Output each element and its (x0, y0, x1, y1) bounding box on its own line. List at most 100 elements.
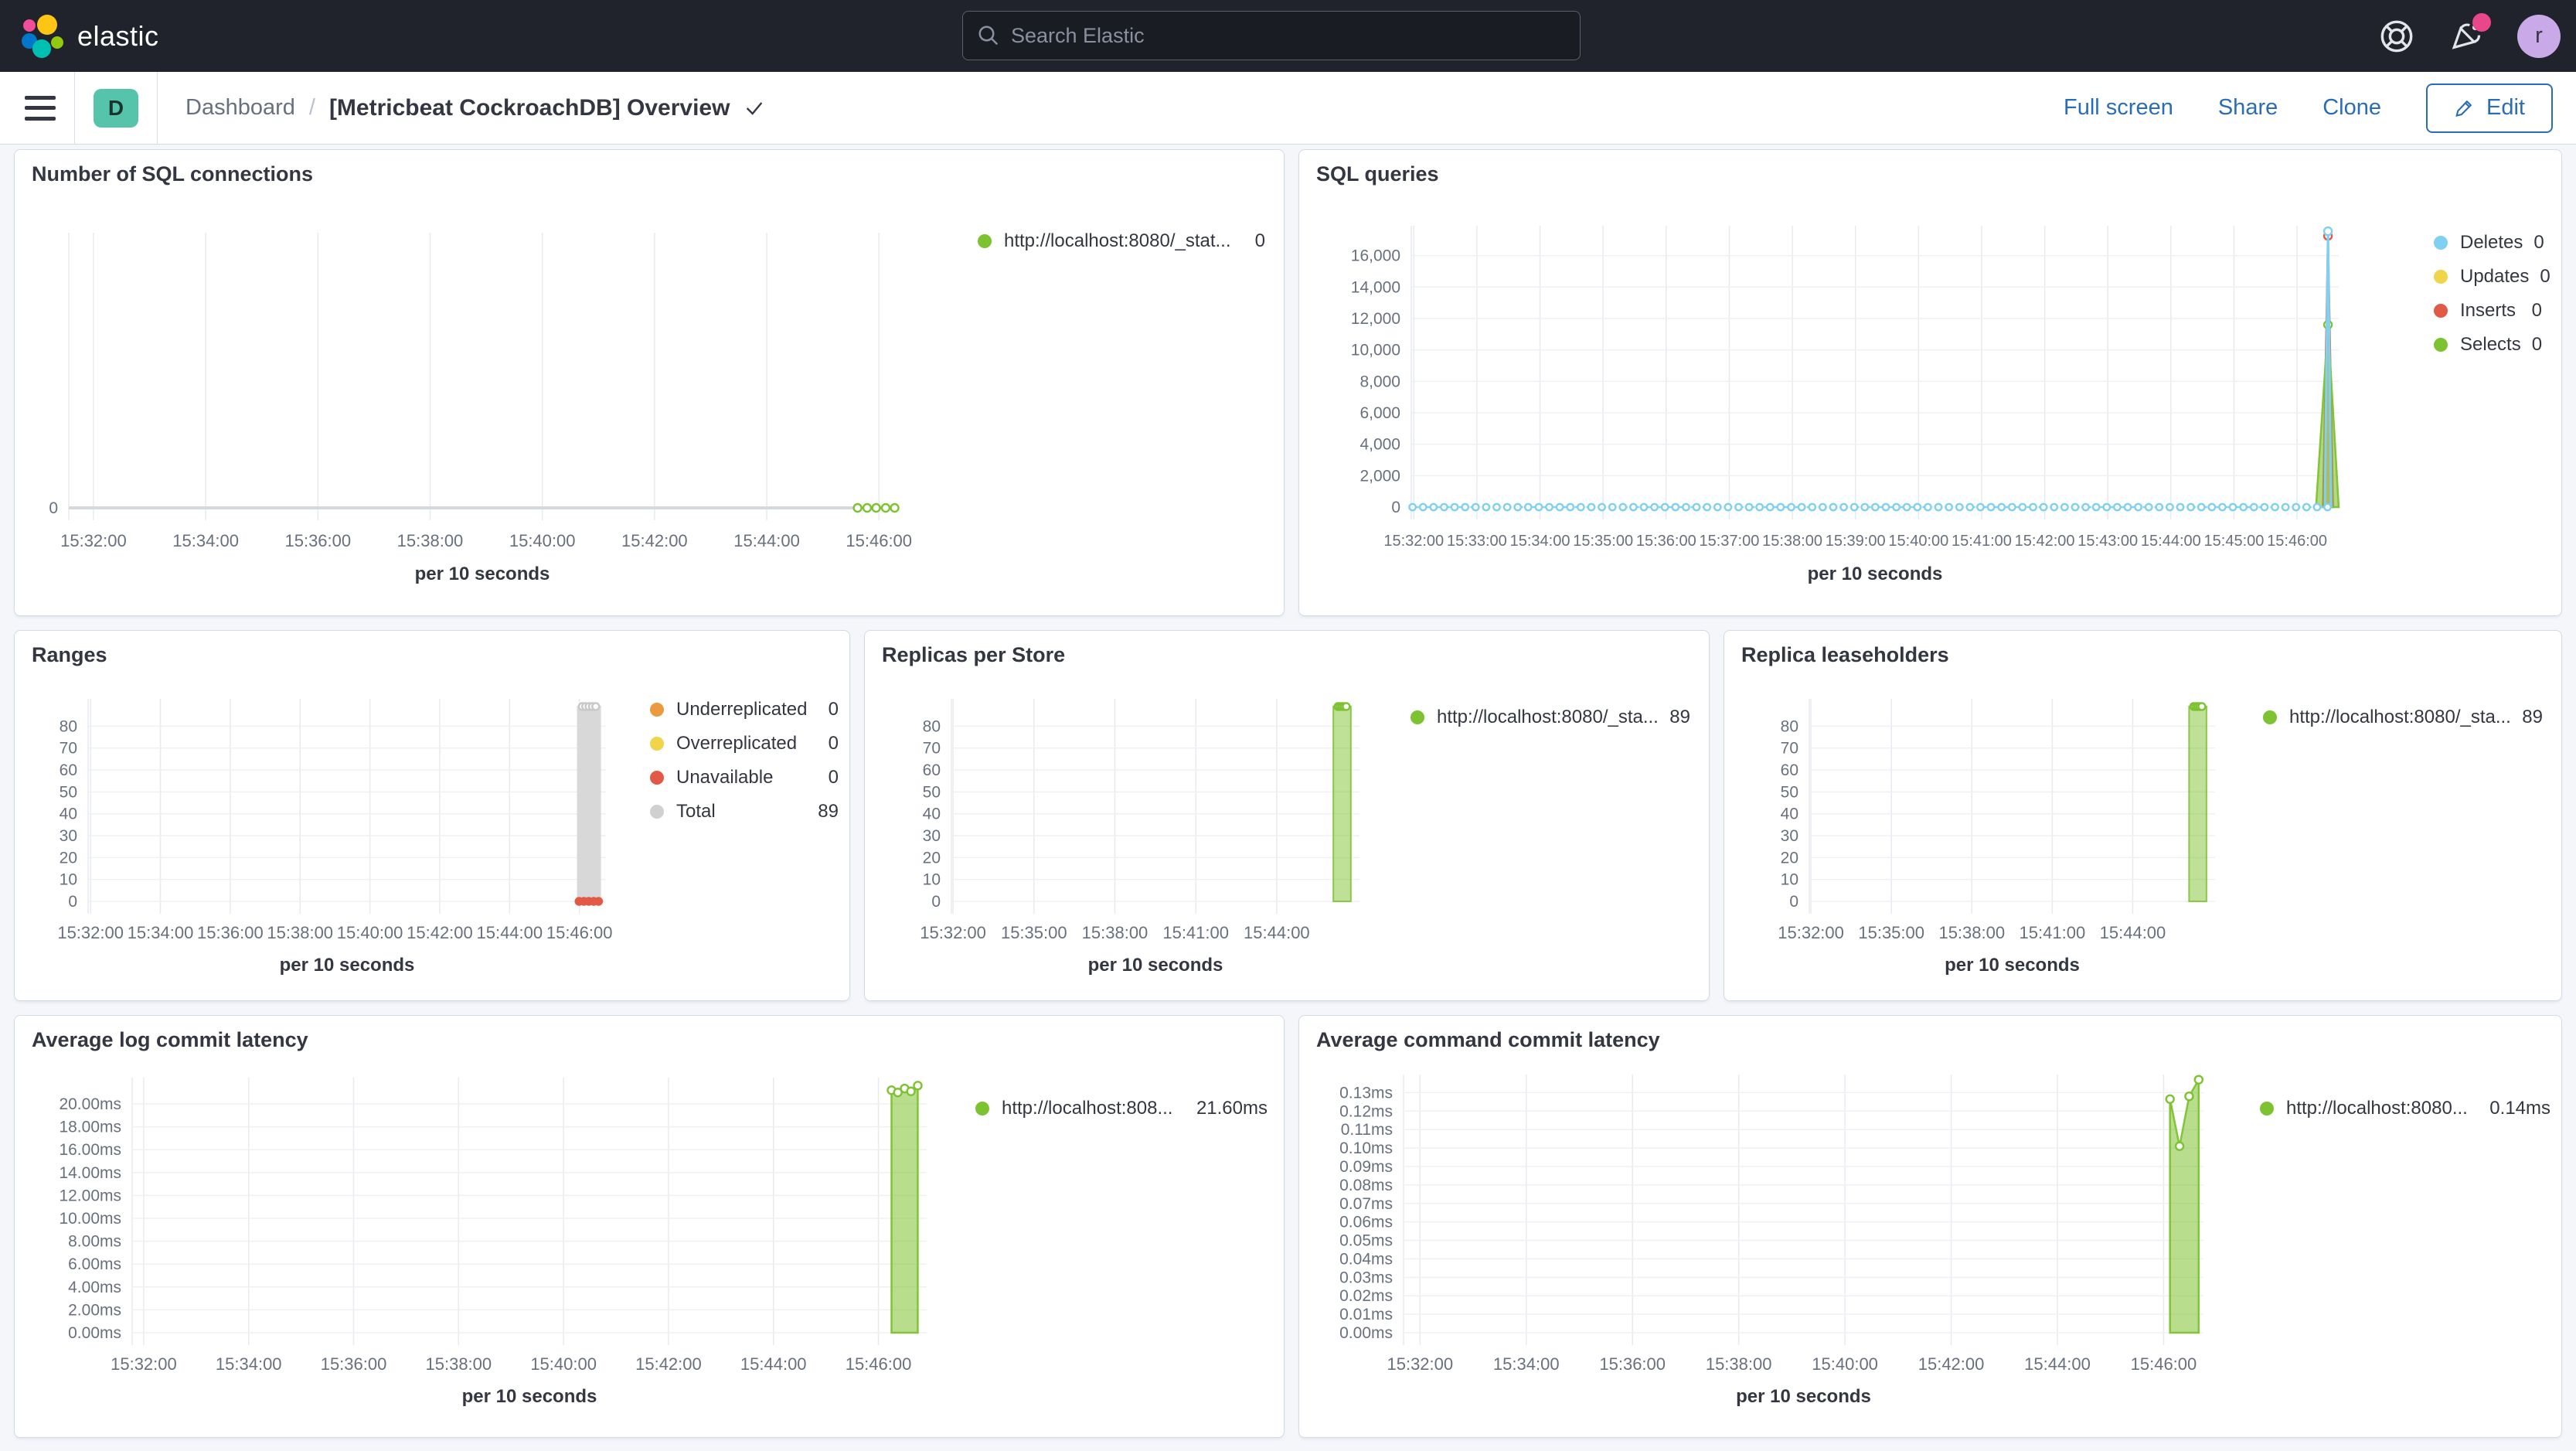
svg-text:15:40:00: 15:40:00 (530, 1354, 597, 1374)
legend-label: http://localhost:8080/_stat... (1004, 230, 1231, 251)
svg-text:16.00ms: 16.00ms (59, 1141, 121, 1159)
share-button[interactable]: Share (2218, 95, 2278, 121)
chart-legend: http://localhost:8080/_sta... 89 (2263, 700, 2543, 734)
legend-item[interactable]: http://localhost:808... 21.60ms (975, 1092, 1268, 1126)
legend-label: Total (676, 801, 716, 822)
svg-text:4.00ms: 4.00ms (68, 1279, 121, 1296)
svg-text:15:43:00: 15:43:00 (2077, 533, 2138, 550)
legend-item[interactable]: Deletes 0 (2434, 226, 2544, 260)
svg-text:70: 70 (60, 740, 77, 758)
search-input[interactable] (1011, 23, 1566, 48)
legend-item[interactable]: Overreplicated 0 (650, 727, 839, 761)
legend-value: 0 (828, 699, 839, 720)
legend-item[interactable]: Inserts 0 (2434, 294, 2542, 328)
brand-text: elastic (77, 19, 159, 52)
legend-item[interactable]: Updates 0 (2434, 260, 2550, 294)
svg-text:10.00ms: 10.00ms (59, 1210, 121, 1228)
svg-text:15:44:00: 15:44:00 (2024, 1354, 2091, 1374)
svg-text:15:38:00: 15:38:00 (1762, 533, 1822, 550)
svg-text:15:46:00: 15:46:00 (546, 923, 613, 942)
svg-text:15:46:00: 15:46:00 (846, 531, 912, 550)
svg-text:40: 40 (923, 806, 941, 823)
elastic-home-link[interactable]: elastic (22, 14, 159, 58)
svg-text:0: 0 (1789, 893, 1798, 911)
legend-label: Inserts (2460, 300, 2516, 321)
legend-label: Overreplicated (676, 733, 798, 754)
command-commit-latency-chart[interactable]: 0.00ms0.01ms0.02ms0.03ms0.04ms0.05ms0.06… (1299, 1016, 2562, 1438)
svg-text:15:46:00: 15:46:00 (2267, 533, 2327, 550)
legend-item[interactable]: http://localhost:8080/_sta... 89 (1411, 700, 1690, 734)
replica-leaseholders-chart[interactable]: 0 10 20 30 40 50 60 70 80 15:32:00 15:35:00 15:38:0… (1724, 631, 2562, 1001)
svg-text:60: 60 (1781, 761, 1798, 779)
svg-text:50: 50 (60, 783, 77, 801)
edit-button-label: Edit (2486, 95, 2525, 120)
legend-label: http://localhost:8080/_sta... (2289, 707, 2511, 727)
svg-text:15:34:00: 15:34:00 (128, 923, 194, 942)
clone-button[interactable]: Clone (2322, 95, 2381, 121)
svg-text:80: 80 (923, 717, 941, 735)
legend-item[interactable]: http://localhost:8080... 0.14ms (2260, 1092, 2550, 1126)
newsfeed-icon[interactable] (2448, 12, 2491, 55)
notification-badge (2472, 12, 2491, 32)
svg-text:15:40:00: 15:40:00 (509, 531, 576, 550)
avatar-initial: r (2535, 23, 2543, 48)
legend-label: http://localhost:808... (1002, 1098, 1173, 1119)
breadcrumb-dashboard-link[interactable]: Dashboard (185, 95, 295, 121)
legend-color-dot (1411, 710, 1424, 724)
svg-text:6,000: 6,000 (1359, 404, 1400, 422)
legend-value: 21.60ms (1196, 1098, 1268, 1119)
svg-text:60: 60 (60, 761, 77, 779)
breadcrumb: Dashboard / [Metricbeat CockroachDB] Ove… (185, 95, 765, 121)
svg-text:8.00ms: 8.00ms (68, 1233, 121, 1251)
legend-item[interactable]: http://localhost:8080/_sta... 89 (2263, 700, 2543, 734)
svg-text:15:42:00: 15:42:00 (621, 531, 688, 550)
replicas-per-store-chart[interactable]: 0 10 20 30 40 50 60 70 80 15:32:00 15:35:00 15:38:0… (865, 631, 1710, 1001)
svg-text:15:35:00: 15:35:00 (1573, 533, 1633, 550)
legend-item[interactable]: Selects 0 (2434, 328, 2542, 362)
svg-text:15:38:00: 15:38:00 (1938, 923, 2005, 942)
svg-text:15:36:00: 15:36:00 (284, 531, 351, 550)
legend-label: Unavailable (676, 767, 774, 788)
svg-text:15:34:00: 15:34:00 (172, 531, 239, 550)
legend-label: Deletes (2460, 232, 2523, 253)
legend-item[interactable]: Underreplicated 0 (650, 693, 839, 727)
legend-label: Selects (2460, 334, 2521, 355)
svg-text:per 10 seconds: per 10 seconds (415, 564, 550, 584)
legend-value: 0 (2531, 334, 2543, 355)
legend-item[interactable]: Unavailable 0 (650, 761, 839, 795)
header-actions: r (2378, 0, 2561, 72)
sql-queries-chart[interactable]: 0 2,000 4,000 6,000 8,000 10,000 12,000 14,000 1… (1299, 150, 2562, 616)
svg-text:15:42:00: 15:42:00 (635, 1354, 702, 1374)
global-search[interactable] (962, 11, 1581, 60)
svg-text:0: 0 (931, 893, 941, 911)
legend-color-dot (2434, 338, 2448, 352)
panel-average-log-commit-latency: Average log commit latency 0.00ms 2.00ms 4… (14, 1015, 1285, 1438)
svg-text:15:40:00: 15:40:00 (1888, 533, 1948, 550)
legend-label: Updates (2460, 266, 2530, 287)
menu-icon[interactable] (25, 95, 56, 121)
edit-button[interactable]: Edit (2426, 83, 2553, 133)
legend-value: 0 (2533, 232, 2544, 253)
svg-text:70: 70 (1781, 740, 1798, 758)
dashboard-badge: D (94, 88, 138, 128)
toolbar-actions: Full screen Share Clone Edit (2064, 83, 2553, 133)
legend-item[interactable]: http://localhost:8080/_stat... 0 (978, 224, 1265, 258)
legend-color-dot (650, 805, 664, 819)
svg-text:0.06ms: 0.06ms (1339, 1214, 1393, 1231)
legend-item[interactable]: Total 89 (650, 795, 839, 829)
svg-text:15:44:00: 15:44:00 (1244, 923, 1310, 942)
svg-text:12,000: 12,000 (1351, 310, 1400, 328)
sql-connections-chart[interactable]: 015:32:00 15:34:00 15:36:00 15:38:00 15:40:0… (15, 150, 1285, 616)
help-icon[interactable] (2378, 18, 2415, 55)
svg-text:50: 50 (1781, 783, 1798, 801)
page-title: [Metricbeat CockroachDB] Overview (328, 94, 730, 121)
user-avatar[interactable]: r (2517, 14, 2561, 58)
full-screen-button[interactable]: Full screen (2064, 95, 2173, 121)
dashboard-toolbar: D Dashboard / [Metricbeat CockroachDB] O… (0, 71, 2576, 145)
panel-average-command-commit-latency: Average command commit latency 0.00ms 0.0… (1298, 1015, 2562, 1438)
log-commit-latency-chart[interactable]: 0.00ms 2.00ms 4.00ms 6.00ms 8.00ms 10.00ms 12.… (15, 1016, 1285, 1438)
svg-text:10: 10 (60, 871, 77, 889)
svg-text:15:32:00: 15:32:00 (111, 1354, 177, 1374)
chart-legend: Underreplicated 0 Overreplicated 0 Unavailab… (650, 693, 839, 829)
svg-text:15:33:00: 15:33:00 (1447, 533, 1507, 550)
